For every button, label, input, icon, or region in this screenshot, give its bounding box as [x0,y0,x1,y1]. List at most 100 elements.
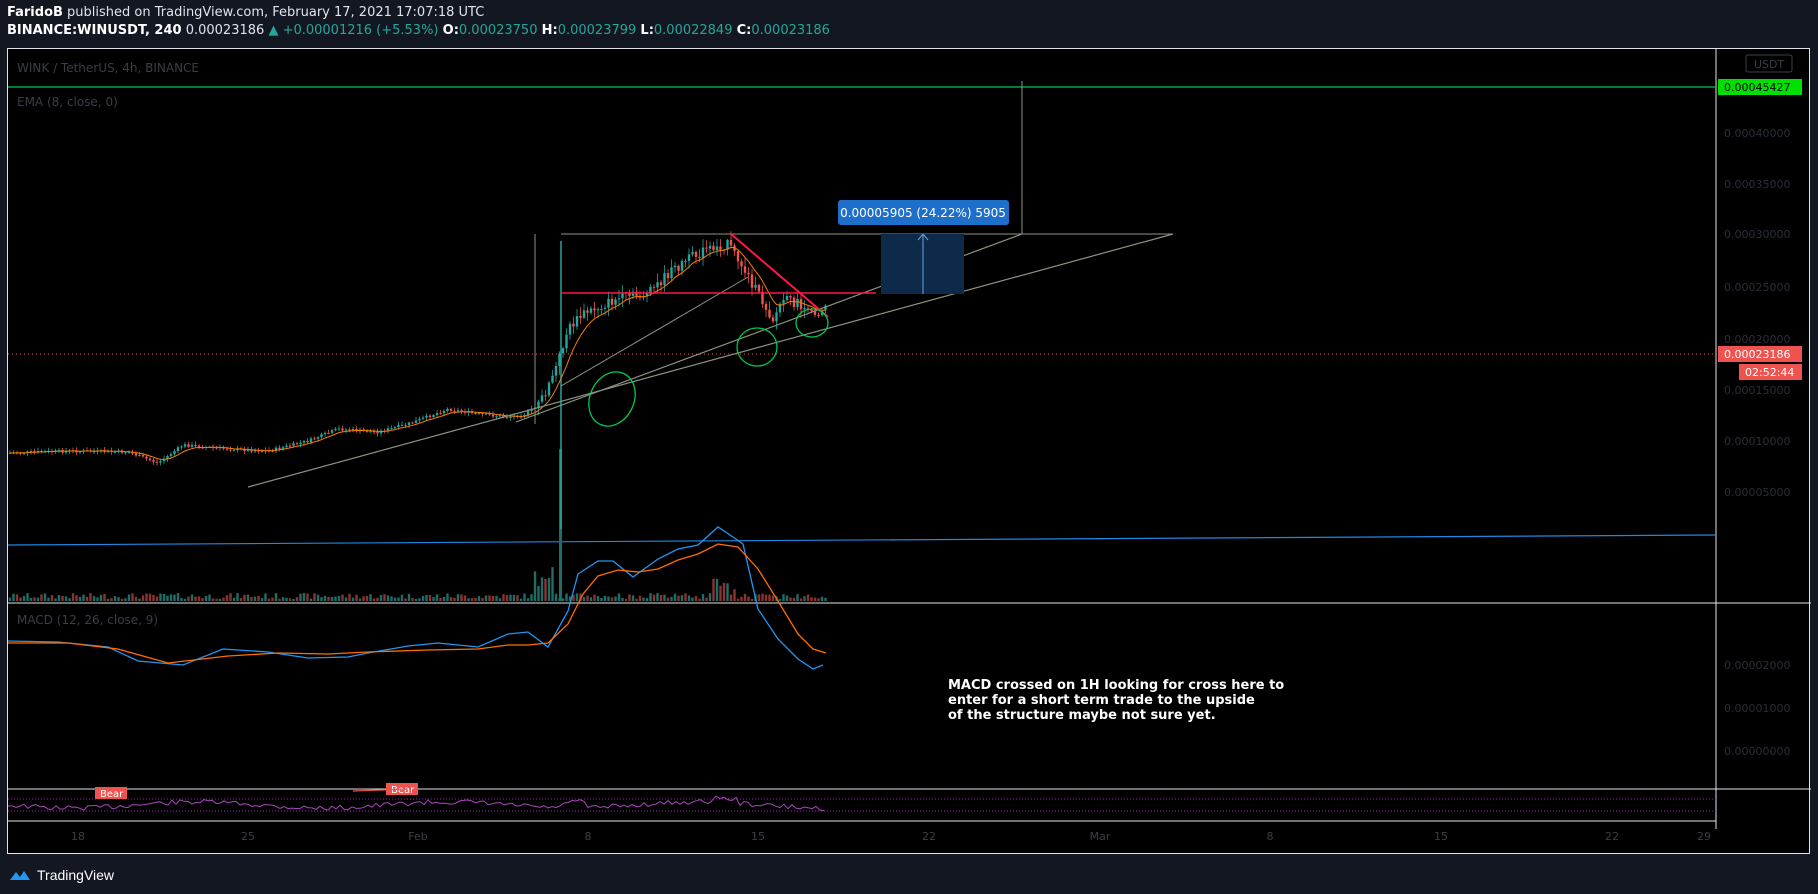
candle-body [418,418,421,421]
candle-body [260,451,264,453]
symbol-label: BINANCE:WINUSDT, 240 [7,23,182,38]
candle-body [670,267,673,279]
candle-body [180,446,183,448]
volume-bar [218,598,222,601]
macd-y-axis[interactable]: 0.00002000 0.00001000 0.00000000 [1724,659,1790,758]
footer-brand[interactable]: TradingView [37,867,114,883]
candle-body [453,410,456,412]
macd-title: MACD (12, 26, close, 9) [17,613,158,627]
candle-body [705,247,708,249]
volume-bar [138,598,141,601]
candle-body [663,273,666,286]
volume-bar [113,596,117,601]
chart-area[interactable]: WINK / TetherUS, 4h, BINANCE EMA (8, clo… [7,48,1811,855]
tradingview-logo-icon[interactable] [9,868,31,882]
volume-bar [250,596,253,601]
author-name[interactable]: FaridoB [7,5,63,20]
x-tick-label: 25 [241,830,255,843]
main-y-axis[interactable]: 0.00040000 0.00035000 0.00030000 0.00025000… [1724,127,1790,499]
volume-bar [729,594,733,601]
volume-bar [512,594,516,601]
volume-bar [670,596,673,601]
volume-bar [187,596,190,601]
volume-bar [334,596,337,601]
volume-bar [92,596,96,601]
volume-bar [470,598,474,601]
volume-bar [295,597,299,601]
volume-bar [99,594,103,601]
candle-body [810,309,813,312]
volume-bar [71,593,75,601]
oscillator-line [8,795,825,811]
candle-body [659,282,663,286]
volume-bar [103,594,106,601]
volume-bar [390,596,393,601]
candle-body [407,422,411,426]
published-text: published on TradingView.com, February 1… [67,5,485,20]
candle-body [680,260,684,271]
volume-bar [656,593,659,601]
macd-y-tick-label: 0.00002000 [1724,659,1790,672]
candle-body [397,425,400,428]
volume-bar [463,595,467,601]
candle-body [544,395,547,397]
volume-bar [306,593,309,601]
candle-body [491,414,495,417]
macd-note-line-1: MACD crossed on 1H looking for cross her… [948,678,1284,693]
volume-bar [449,597,453,601]
ascending-trendline-long[interactable] [247,233,1174,488]
breakout-circle[interactable] [580,364,644,433]
volume-bar [537,585,540,601]
candle-body [799,298,803,310]
high-value: 0.00023799 [557,23,637,38]
candle-body [768,309,771,318]
volume-bar [712,578,715,601]
ema-line [9,246,826,461]
candle-body [540,395,544,402]
candle-body [586,310,589,313]
volume-bar [43,593,47,601]
volume-bar [201,598,204,601]
volume-bar [159,593,162,601]
volume-bar [386,595,390,601]
candle-body [764,304,768,310]
last-price-label: 0.00023186 [1724,348,1790,361]
volume-bar [750,598,754,601]
countdown-label: 02:52:44 [1745,366,1794,379]
volume-bar [169,594,173,601]
time-axis[interactable]: 18 25 Feb 8 15 22 Mar 8 15 22 29 [71,830,1711,843]
chart-svg[interactable]: WINK / TetherUS, 4h, BINANCE EMA (8, clo… [8,49,1811,855]
volume-bar [19,597,22,601]
volume-bar [540,577,544,601]
retest-circle-1[interactable] [736,327,778,367]
volume-bar [474,598,477,601]
volume-bar [274,593,278,601]
volume-bar [586,595,589,601]
candle-body [169,454,173,456]
volume-bar [89,593,92,601]
volume-bar [435,594,439,601]
volume-bar [638,595,642,601]
long-blue-trendline[interactable] [8,534,1717,546]
volume-bar [715,578,719,601]
volume-bar [607,596,610,601]
candle-body [575,315,579,327]
volume-bar [292,598,295,601]
volume-bar [771,595,775,601]
ema-legend: EMA (8, close, 0) [17,95,118,109]
y-tick-label: 0.00035000 [1724,178,1790,191]
candle-body [404,424,407,426]
volume-bar [173,594,176,601]
volume-bar [215,598,218,601]
volume-bar [792,597,796,601]
close-value: 0.00023186 [751,23,830,38]
volume-bar [50,595,54,601]
volume-bar [743,593,747,601]
candle-body [176,447,180,452]
volume-bar [29,597,33,601]
x-tick-label: 8 [585,830,592,843]
candle-body [551,375,554,383]
volume-bar [642,597,645,601]
candle-body [292,443,295,446]
volume-bar [705,597,708,601]
